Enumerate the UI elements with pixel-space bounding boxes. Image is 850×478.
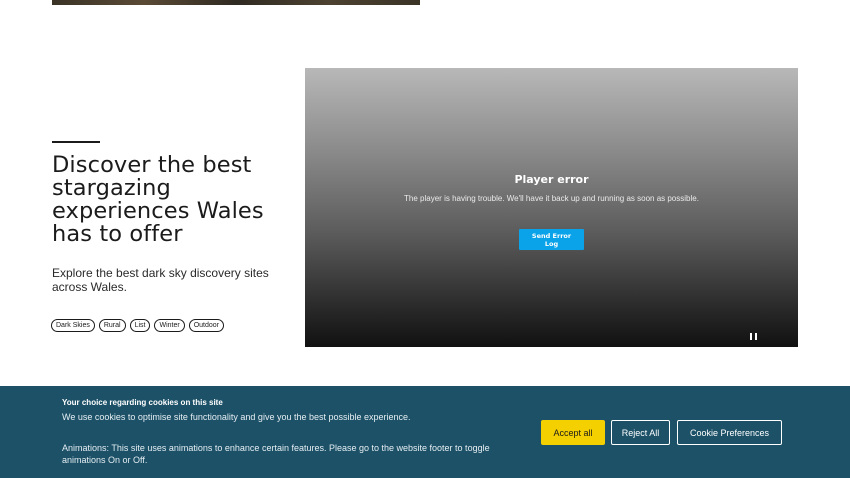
- send-error-log-button[interactable]: Send Error Log: [519, 229, 584, 250]
- animations-note: Animations: This site uses animations to…: [62, 443, 490, 465]
- reject-all-button[interactable]: Reject All: [611, 420, 670, 445]
- tag-list[interactable]: List: [129, 319, 151, 332]
- cookie-text: We use cookies to optimise site function…: [62, 412, 411, 422]
- tag-dark-skies[interactable]: Dark Skies: [51, 319, 95, 332]
- tag-rural[interactable]: Rural: [98, 319, 126, 332]
- cookie-preferences-button[interactable]: Cookie Preferences: [677, 420, 782, 445]
- page-title: Discover the best stargazing experiences…: [52, 152, 264, 247]
- tag-outdoor[interactable]: Outdoor: [188, 319, 225, 332]
- tag-list: Dark Skies Rural List Winter Outdoor: [51, 319, 225, 332]
- tag-winter[interactable]: Winter: [154, 319, 185, 332]
- player-error-title: Player error: [514, 173, 589, 186]
- intro-text: Explore the best dark sky discovery site…: [52, 266, 269, 294]
- cookie-title: Your choice regarding cookies on this si…: [62, 398, 223, 407]
- player-error-message: The player is having trouble. We'll have…: [404, 194, 699, 203]
- hero-image-strip: [52, 0, 420, 5]
- video-player[interactable]: Player error The player is having troubl…: [305, 68, 798, 347]
- accept-all-button[interactable]: Accept all: [541, 420, 605, 445]
- headline-rule: [52, 141, 100, 143]
- pause-icon[interactable]: [749, 333, 759, 341]
